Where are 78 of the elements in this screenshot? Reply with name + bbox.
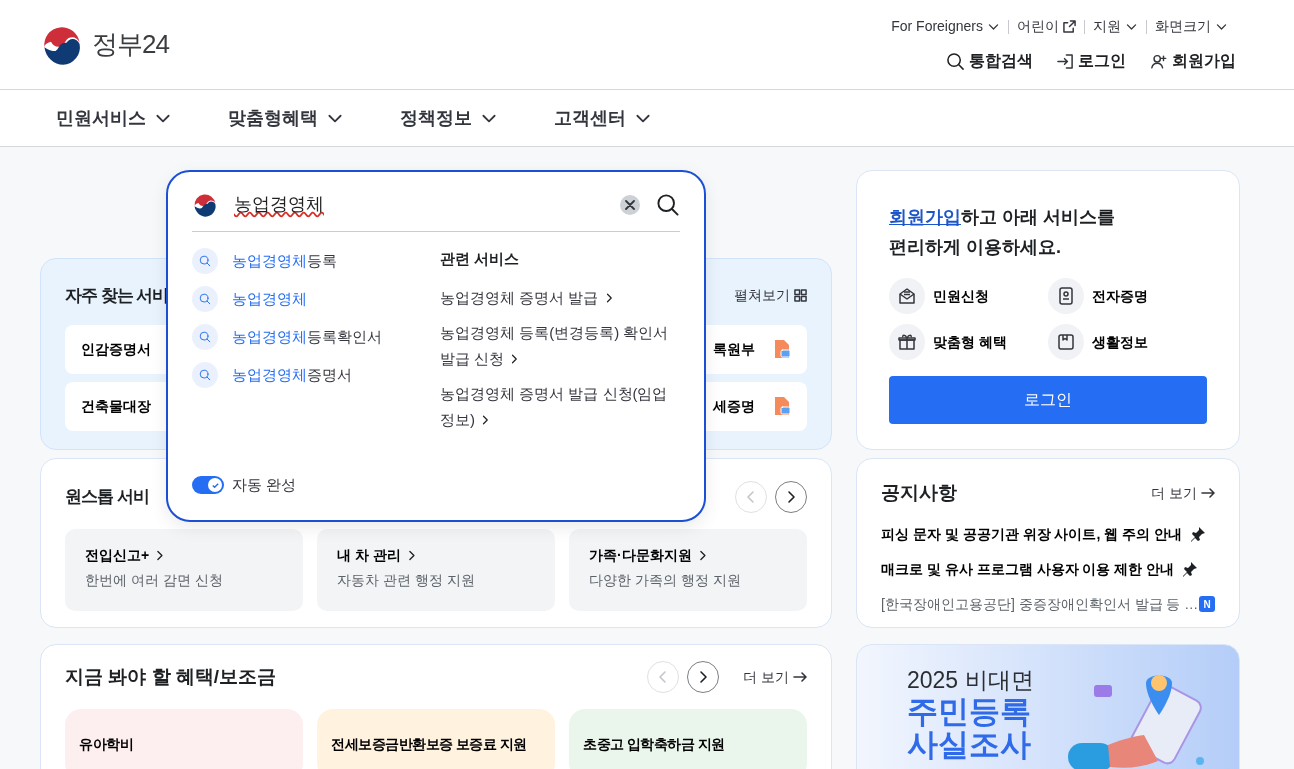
related-link[interactable]: 농업경영체 등록(변경등록) 확인서 발급 신청 xyxy=(440,320,680,371)
shortcut-link[interactable]: 전자증명 xyxy=(1048,278,1207,315)
check-icon xyxy=(210,480,220,490)
top-link[interactable]: 어린이 xyxy=(1009,16,1084,37)
menu-item[interactable]: 맞춤형혜택 xyxy=(212,104,360,132)
login-icon xyxy=(1057,52,1074,70)
external-link-icon xyxy=(1063,20,1076,33)
service-link[interactable]: 가족·다문화지원 xyxy=(589,545,709,566)
expand-link[interactable]: 펼쳐보기 xyxy=(734,285,807,307)
intro-text: 회원가입하고 아래 서비스를 편리하게 이용하세요. xyxy=(889,206,1116,259)
login-button[interactable]: 로그인 xyxy=(889,376,1207,425)
menu-item[interactable]: 고객센터 xyxy=(538,104,668,132)
more-link[interactable]: 더 보기 xyxy=(1151,482,1215,504)
clear-button[interactable] xyxy=(620,194,640,215)
menu-item[interactable]: 정책정보 xyxy=(384,104,514,132)
menu-item[interactable]: 민원서비스 xyxy=(40,104,188,132)
document-icon xyxy=(773,396,791,416)
service-link[interactable]: 내 차 관리 xyxy=(337,545,418,566)
shortcut-link[interactable]: 맞춤형 혜택 xyxy=(889,324,1048,361)
service-description: 자동차 관련 행정 지원 xyxy=(337,571,476,590)
service-description: 다양한 가족의 행정 지원 xyxy=(589,571,742,590)
benefit-card[interactable]: 유아학비 xyxy=(65,709,303,769)
search-icon xyxy=(656,192,680,217)
search-icon xyxy=(192,248,218,274)
next-button[interactable] xyxy=(775,481,807,513)
suggestion-item[interactable]: 농업경영체증명서 xyxy=(192,362,440,388)
shortcut-link[interactable]: 민원신청 xyxy=(889,278,1048,315)
notice-link[interactable]: 매크로 및 유사 프로그램 사용자 이용 제한 안내 xyxy=(881,558,1175,580)
signup-link[interactable]: 회원가입 xyxy=(889,207,961,227)
close-icon xyxy=(625,199,635,210)
top-link[interactable]: 화면크기 xyxy=(1147,16,1236,37)
person-plus-icon xyxy=(1150,52,1168,70)
login-link[interactable]: 로그인 xyxy=(1057,49,1126,73)
pin-icon xyxy=(1182,561,1199,577)
search-icon xyxy=(946,51,965,71)
notice-link[interactable]: [한국장애인고용공단] 중증장애인확인서 발급 등 … xyxy=(881,593,1199,615)
pin-icon xyxy=(1190,526,1206,542)
logo-text[interactable]: 정부24 xyxy=(92,25,169,64)
benefit-card[interactable]: 초중고 입학축하금 지원 xyxy=(569,709,807,769)
notice-link[interactable]: 피싱 문자 및 공공기관 위장 사이트, 웹 주의 안내 xyxy=(881,523,1182,545)
shortcut-icon xyxy=(889,278,925,315)
related-link[interactable]: 농업경영체 증명서 발급 xyxy=(440,284,680,310)
related-link[interactable]: 농업경영체 증명서 발급 신청(임업 정보) xyxy=(440,381,680,432)
banner-title: 사실조사 xyxy=(907,728,1032,762)
suggestion-item[interactable]: 농업경영체등록확인서 xyxy=(192,324,440,350)
arrow-right-icon xyxy=(793,672,807,682)
search-icon xyxy=(192,324,218,350)
shortcut-link[interactable]: 생활정보 xyxy=(1048,324,1207,361)
service-description: 한번에 여러 감면 신청 xyxy=(85,571,224,590)
top-link[interactable]: For Foreigners xyxy=(883,16,1008,37)
suggestion-item[interactable]: 농업경영체등록 xyxy=(192,248,440,274)
banner-title: 주민등록 xyxy=(907,694,1032,729)
search-icon xyxy=(192,362,218,388)
benefit-card[interactable]: 전세보증금반환보증 보증료 지원 xyxy=(317,709,555,769)
search-icon xyxy=(192,286,218,312)
service-link[interactable]: 전입신고+ xyxy=(85,545,167,566)
shortcut-icon xyxy=(1048,324,1084,361)
section-title: 관련 서비스 xyxy=(440,249,521,269)
document-icon xyxy=(773,339,791,359)
section-title: 원스톱 서비 xyxy=(65,486,149,509)
shortcut-icon xyxy=(889,324,925,361)
banner-title: 2025 비대면 xyxy=(907,667,1034,695)
top-link[interactable]: 지원 xyxy=(1085,16,1146,37)
section-title: 공지사항 xyxy=(881,481,957,505)
banner[interactable]: 2025 비대면 주민등록 사실조사 xyxy=(856,644,1240,769)
grid-icon xyxy=(794,289,807,303)
signup-link[interactable]: 회원가입 xyxy=(1150,49,1236,73)
new-badge: N xyxy=(1199,596,1215,612)
suggestion-item[interactable]: 농업경영체 xyxy=(192,286,440,312)
section-title: 지금 봐야 할 혜택/보조금 xyxy=(65,664,277,689)
toggle-switch[interactable] xyxy=(192,476,224,495)
shortcut-icon xyxy=(1048,278,1084,315)
arrow-right-icon xyxy=(1201,488,1215,499)
toggle-label: 자동 완성 xyxy=(232,475,297,495)
next-button[interactable] xyxy=(687,661,720,693)
search-button[interactable]: 통합검색 xyxy=(946,49,1033,73)
search-button[interactable] xyxy=(656,192,680,217)
more-link[interactable]: 더 보기 xyxy=(743,666,807,688)
